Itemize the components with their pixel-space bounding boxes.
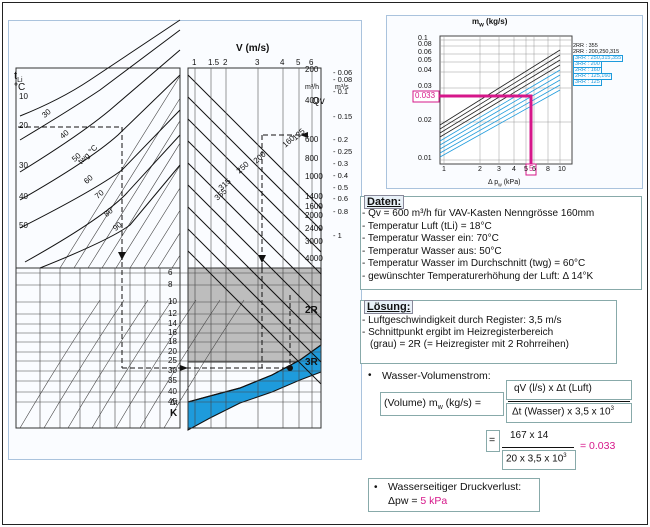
loesung-item: - Schnittpunkt ergibt im Heizregisterber… [362, 327, 554, 338]
small-y-tick: 0.02 [418, 117, 432, 124]
wasser-title: Wasser-Volumenstrom: [382, 370, 491, 382]
small-x-title-dp: Δ p [488, 179, 499, 186]
wasser-bullet: • [368, 370, 372, 381]
loesung-title: Lösung: [364, 300, 414, 314]
calc-fraction-bar [502, 447, 574, 448]
small-x-tick: 1 [442, 166, 446, 173]
small-x-unit: (kPa) [503, 179, 521, 186]
formula-den-text: Δt (Wasser) x 3,5 x 10 [512, 406, 611, 418]
formula-left-m: (Volume) m [384, 397, 438, 409]
calc-result: = 0.033 [580, 440, 616, 452]
small-x-tick: 4 [512, 166, 516, 173]
highlight-x-value: 5 [529, 164, 534, 173]
small-x-tick: 3 [497, 166, 501, 173]
daten-title: Daten: [364, 195, 405, 209]
druck-value-prefix: Δpw = [388, 495, 421, 507]
small-y-tick: 0.08 [418, 41, 432, 48]
small-y-tick: 0.04 [418, 67, 432, 74]
calc-eq: = [489, 434, 496, 446]
formula-den-exp: 3 [610, 406, 614, 412]
daten-item: - gewünschter Temperaturerhöhung der Luf… [362, 270, 594, 282]
druck-bullet: • [374, 482, 378, 493]
small-x-tick: 8 [546, 166, 550, 173]
small-y-title: mw (kg/s) [472, 17, 507, 29]
small-y-title-sub: w [479, 22, 484, 29]
small-y-tick: 0.01 [418, 155, 432, 162]
loesung-item: (grau) = 2R (= Heizregister mit 2 Rohrre… [370, 339, 569, 350]
formula-fraction-bar [508, 401, 630, 402]
small-y-unit: (kg/s) [486, 17, 508, 26]
small-x-tick: 2 [478, 166, 482, 173]
small-x-tick: 10 [558, 166, 566, 173]
loesung-item: - Luftgeschwindigkeit durch Register: 3,… [362, 315, 562, 326]
druck-value-line: Δpw = 5 kPa [388, 495, 447, 507]
highlight-y-value: 0.033 [415, 91, 436, 100]
calc-num: 167 x 14 [510, 430, 549, 441]
small-y-tick: 0.03 [418, 83, 432, 90]
formula-left-unit: (kg/s) = [442, 397, 481, 409]
small-x-title-sub: w [498, 182, 502, 189]
small-x-tick: 5 [524, 166, 528, 173]
daten-item: - Temperatur Luft (tLi) = 18°C [362, 220, 492, 232]
formula-den: Δt (Wasser) x 3,5 x 103 [512, 406, 614, 417]
calc-den-text: 20 x 3,5 x 10 [506, 453, 564, 465]
small-x-title: Δ pw (kPa) [488, 179, 520, 188]
small-y-tick: 0.05 [418, 57, 432, 64]
small-y-tick: 0.06 [418, 49, 432, 56]
daten-item: - Temperatur Wasser aus: 50°C [362, 245, 502, 257]
daten-item: - Qv = 600 m³/h für VAV-Kasten Nenngröss… [362, 208, 595, 219]
legend-entry: 3RR : 125 [573, 79, 602, 86]
formula-num: qV (l/s) x Δt (Luft) [514, 383, 592, 394]
formula-left: (Volume) mw (kg/s) = [384, 397, 481, 411]
daten-item: - Temperatur Wasser ein: 70°C [362, 233, 499, 244]
calc-den: 20 x 3,5 x 103 [506, 453, 567, 464]
daten-item: - Temperatur Wasser im Durchschnitt (twg… [362, 258, 586, 269]
druck-title: Wasserseitiger Druckverlust: [388, 481, 522, 493]
calc-den-exp: 3 [563, 453, 567, 459]
druck-value: 5 kPa [420, 495, 448, 507]
